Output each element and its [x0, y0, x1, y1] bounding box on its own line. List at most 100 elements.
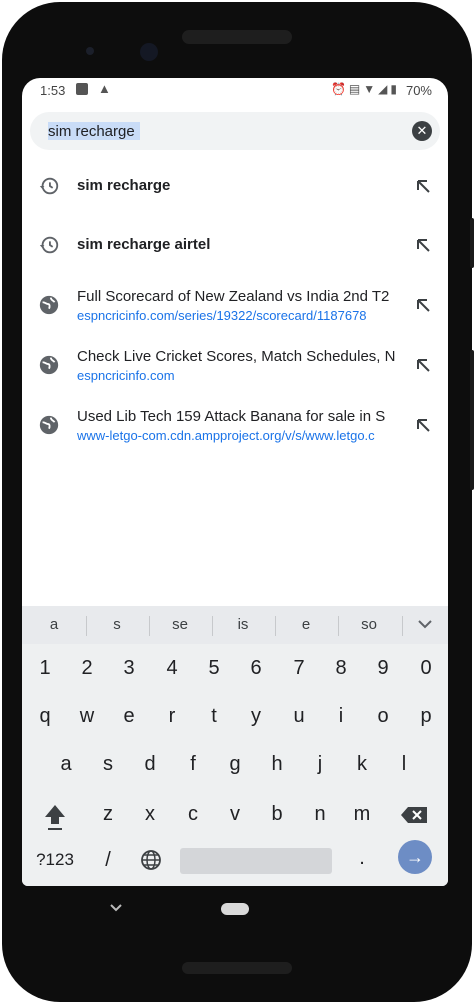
suggestion-title: Check Live Cricket Scores, Match Schedul…	[77, 348, 396, 365]
key-h[interactable]: h	[259, 746, 295, 782]
key-x[interactable]: x	[132, 796, 168, 832]
key-n[interactable]: n	[302, 796, 338, 832]
status-bar: 1:53 ▲ ⏰▤▼◢▮ 70%	[22, 78, 448, 104]
screen: 1:53 ▲ ⏰▤▼◢▮ 70% ✕ sim recharge sim rech…	[22, 78, 448, 886]
key-7[interactable]: 7	[281, 650, 317, 686]
nav-home-pill[interactable]	[221, 903, 249, 915]
key-5[interactable]: 5	[196, 650, 232, 686]
suggestion-item[interactable]: sim recharge airtel	[22, 217, 448, 273]
key-s[interactable]: s	[90, 746, 126, 782]
key-b[interactable]: b	[259, 796, 295, 832]
key-c[interactable]: c	[175, 796, 211, 832]
globe-icon	[39, 415, 59, 435]
word-suggestion[interactable]: se	[160, 616, 200, 633]
chevron-down-icon[interactable]	[418, 619, 432, 629]
signal-icon: ◢	[378, 82, 391, 96]
suggestion-url: www-letgo-com.cdn.ampproject.org/v/s/www…	[77, 428, 375, 443]
suggestion-url: espncricinfo.com/series/19322/scorecard/…	[77, 308, 367, 323]
key-g[interactable]: g	[217, 746, 253, 782]
key-k[interactable]: k	[344, 746, 380, 782]
history-icon	[39, 177, 59, 195]
key-2[interactable]: 2	[69, 650, 105, 686]
fill-query-arrow-icon[interactable]	[414, 177, 432, 195]
key-o[interactable]: o	[365, 698, 401, 734]
suggestion-title: Used Lib Tech 159 Attack Banana for sale…	[77, 408, 386, 425]
fill-query-arrow-icon[interactable]	[414, 296, 432, 314]
omnibox[interactable]: ✕	[30, 112, 440, 150]
slash-key[interactable]: /	[90, 842, 126, 878]
key-e[interactable]: e	[111, 698, 147, 734]
search-input[interactable]	[48, 112, 408, 150]
suggestion-title: sim recharge airtel	[77, 236, 211, 253]
key-0[interactable]: 0	[408, 650, 444, 686]
key-v[interactable]: v	[217, 796, 253, 832]
suggestion-title: Full Scorecard of New Zealand vs India 2…	[77, 288, 390, 305]
key-q[interactable]: q	[27, 698, 63, 734]
fill-query-arrow-icon[interactable]	[414, 356, 432, 374]
suggestion-title: sim recharge	[77, 177, 171, 194]
key-4[interactable]: 4	[154, 650, 190, 686]
clear-icon[interactable]: ✕	[412, 121, 432, 141]
word-suggestion[interactable]: s	[97, 616, 137, 633]
key-i[interactable]: i	[323, 698, 359, 734]
enter-arrow-icon[interactable]: →	[398, 840, 432, 874]
suggestion-item[interactable]: Full Scorecard of New Zealand vs India 2…	[22, 276, 448, 332]
proximity-sensor	[86, 47, 94, 55]
key-z[interactable]: z	[90, 796, 126, 832]
top-speaker	[182, 30, 292, 44]
divider	[275, 616, 276, 636]
word-suggestion[interactable]: a	[34, 616, 74, 633]
period-key[interactable]: .	[344, 840, 380, 876]
volume-button	[470, 350, 474, 490]
key-m[interactable]: m	[344, 796, 380, 832]
key-p[interactable]: p	[408, 698, 444, 734]
divider	[212, 616, 213, 636]
fill-query-arrow-icon[interactable]	[414, 416, 432, 434]
power-button	[470, 218, 474, 268]
nav-back-chevron-icon[interactable]	[109, 903, 123, 913]
phone-frame: 1:53 ▲ ⏰▤▼◢▮ 70% ✕ sim recharge sim rech…	[0, 0, 474, 1004]
key-j[interactable]: j	[302, 746, 338, 782]
shift-icon[interactable]	[42, 802, 68, 832]
word-suggestion-strip: a s se is e so	[22, 606, 448, 644]
key-6[interactable]: 6	[238, 650, 274, 686]
fill-query-arrow-icon[interactable]	[414, 236, 432, 254]
backspace-icon[interactable]	[400, 806, 428, 824]
warning-icon: ▲	[98, 81, 111, 96]
key-f[interactable]: f	[175, 746, 211, 782]
word-suggestion[interactable]: so	[349, 616, 389, 633]
alarm-icon: ⏰	[330, 82, 349, 96]
history-icon	[39, 236, 59, 254]
status-icons: ⏰▤▼◢▮	[331, 82, 400, 96]
status-time: 1:53	[40, 83, 66, 98]
suggestion-item[interactable]: sim recharge	[22, 158, 448, 214]
key-d[interactable]: d	[132, 746, 168, 782]
word-suggestion[interactable]: is	[223, 616, 263, 633]
divider	[86, 616, 87, 636]
divider	[402, 616, 403, 636]
key-u[interactable]: u	[281, 698, 317, 734]
key-l[interactable]: l	[386, 746, 422, 782]
key-w[interactable]: w	[69, 698, 105, 734]
key-t[interactable]: t	[196, 698, 232, 734]
globe-language-icon[interactable]	[140, 849, 162, 871]
key-9[interactable]: 9	[365, 650, 401, 686]
key-3[interactable]: 3	[111, 650, 147, 686]
divider	[338, 616, 339, 636]
key-a[interactable]: a	[48, 746, 84, 782]
suggestion-item[interactable]: Check Live Cricket Scores, Match Schedul…	[22, 336, 448, 392]
bottom-speaker	[182, 962, 292, 974]
key-1[interactable]: 1	[27, 650, 63, 686]
word-suggestion[interactable]: e	[286, 616, 326, 633]
keyboard: a s se is e so 1 2 3 4 5 6 7 8 9 0 q w e…	[22, 606, 448, 886]
globe-icon	[39, 355, 59, 375]
symbols-key[interactable]: ?123	[32, 842, 78, 878]
key-r[interactable]: r	[154, 698, 190, 734]
suggestion-item[interactable]: Used Lib Tech 159 Attack Banana for sale…	[22, 396, 448, 452]
cast-icon: ▤	[348, 82, 364, 96]
space-bar[interactable]	[180, 848, 332, 874]
globe-icon	[39, 295, 59, 315]
key-8[interactable]: 8	[323, 650, 359, 686]
suggestion-url: espncricinfo.com	[77, 368, 175, 383]
key-y[interactable]: y	[238, 698, 274, 734]
